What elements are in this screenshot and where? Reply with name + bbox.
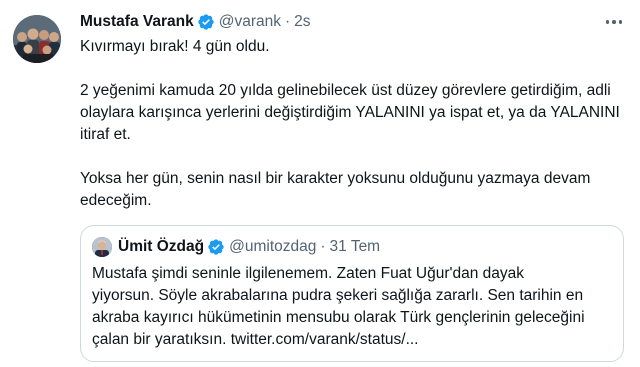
tweet[interactable]: Mustafa Varank @varank · 2s Kıvırmayı bı… [0, 0, 640, 367]
author-avatar[interactable] [13, 15, 61, 63]
quoted-avatar-photo [92, 237, 112, 257]
quoted-text-line: yiyorsun. Söyle akrabalarına pudra şeker… [92, 287, 584, 304]
more-options-icon[interactable] [602, 12, 626, 32]
quoted-text-line: akraba kayırıcı hükümetinin mensubu olar… [92, 309, 585, 326]
quoted-tweet-header: Ümit Özdağ @umitozdag · 31 Tem [92, 236, 380, 258]
verified-badge-icon [208, 239, 224, 255]
tweet-paragraph: 2 yeğenimi kamuda 20 yılda gelinebilecek… [80, 82, 620, 143]
avatar-photo [13, 15, 61, 63]
quoted-author-handle[interactable]: @umitozdag [229, 238, 316, 256]
tweet-paragraph: Kıvırmayı bırak! 4 gün oldu. [80, 38, 270, 55]
verified-badge-icon [198, 14, 214, 30]
quoted-tweet-timestamp[interactable]: 31 Tem [330, 238, 381, 256]
header-separator: · [284, 13, 291, 30]
tweet-paragraph: Yoksa her gün, senin nasıl bir karakter … [80, 170, 591, 209]
quoted-text-line: Mustafa şimdi seninle ilgilenemem. Zaten… [92, 265, 525, 282]
quoted-header-separator: · [320, 238, 326, 255]
quoted-tweet[interactable]: Ümit Özdağ @umitozdag · 31 Tem Mustafa ş… [80, 225, 624, 362]
quoted-tweet-text: Mustafa şimdi seninle ilgilenemem. Zaten… [92, 263, 612, 351]
quoted-text-line: çalan bir yaratıksın. twitter.com/varank… [92, 331, 419, 348]
author-handle[interactable]: @varank [219, 13, 281, 31]
author-name[interactable]: Mustafa Varank [80, 13, 194, 31]
quoted-author-avatar[interactable] [92, 237, 112, 257]
tweet-header: Mustafa Varank @varank · 2s [80, 11, 311, 33]
quoted-author-name[interactable]: Ümit Özdağ [118, 238, 204, 256]
tweet-timestamp[interactable]: 2s [294, 13, 310, 31]
tweet-text: Kıvırmayı bırak! 4 gün oldu. 2 yeğenimi … [80, 36, 628, 212]
